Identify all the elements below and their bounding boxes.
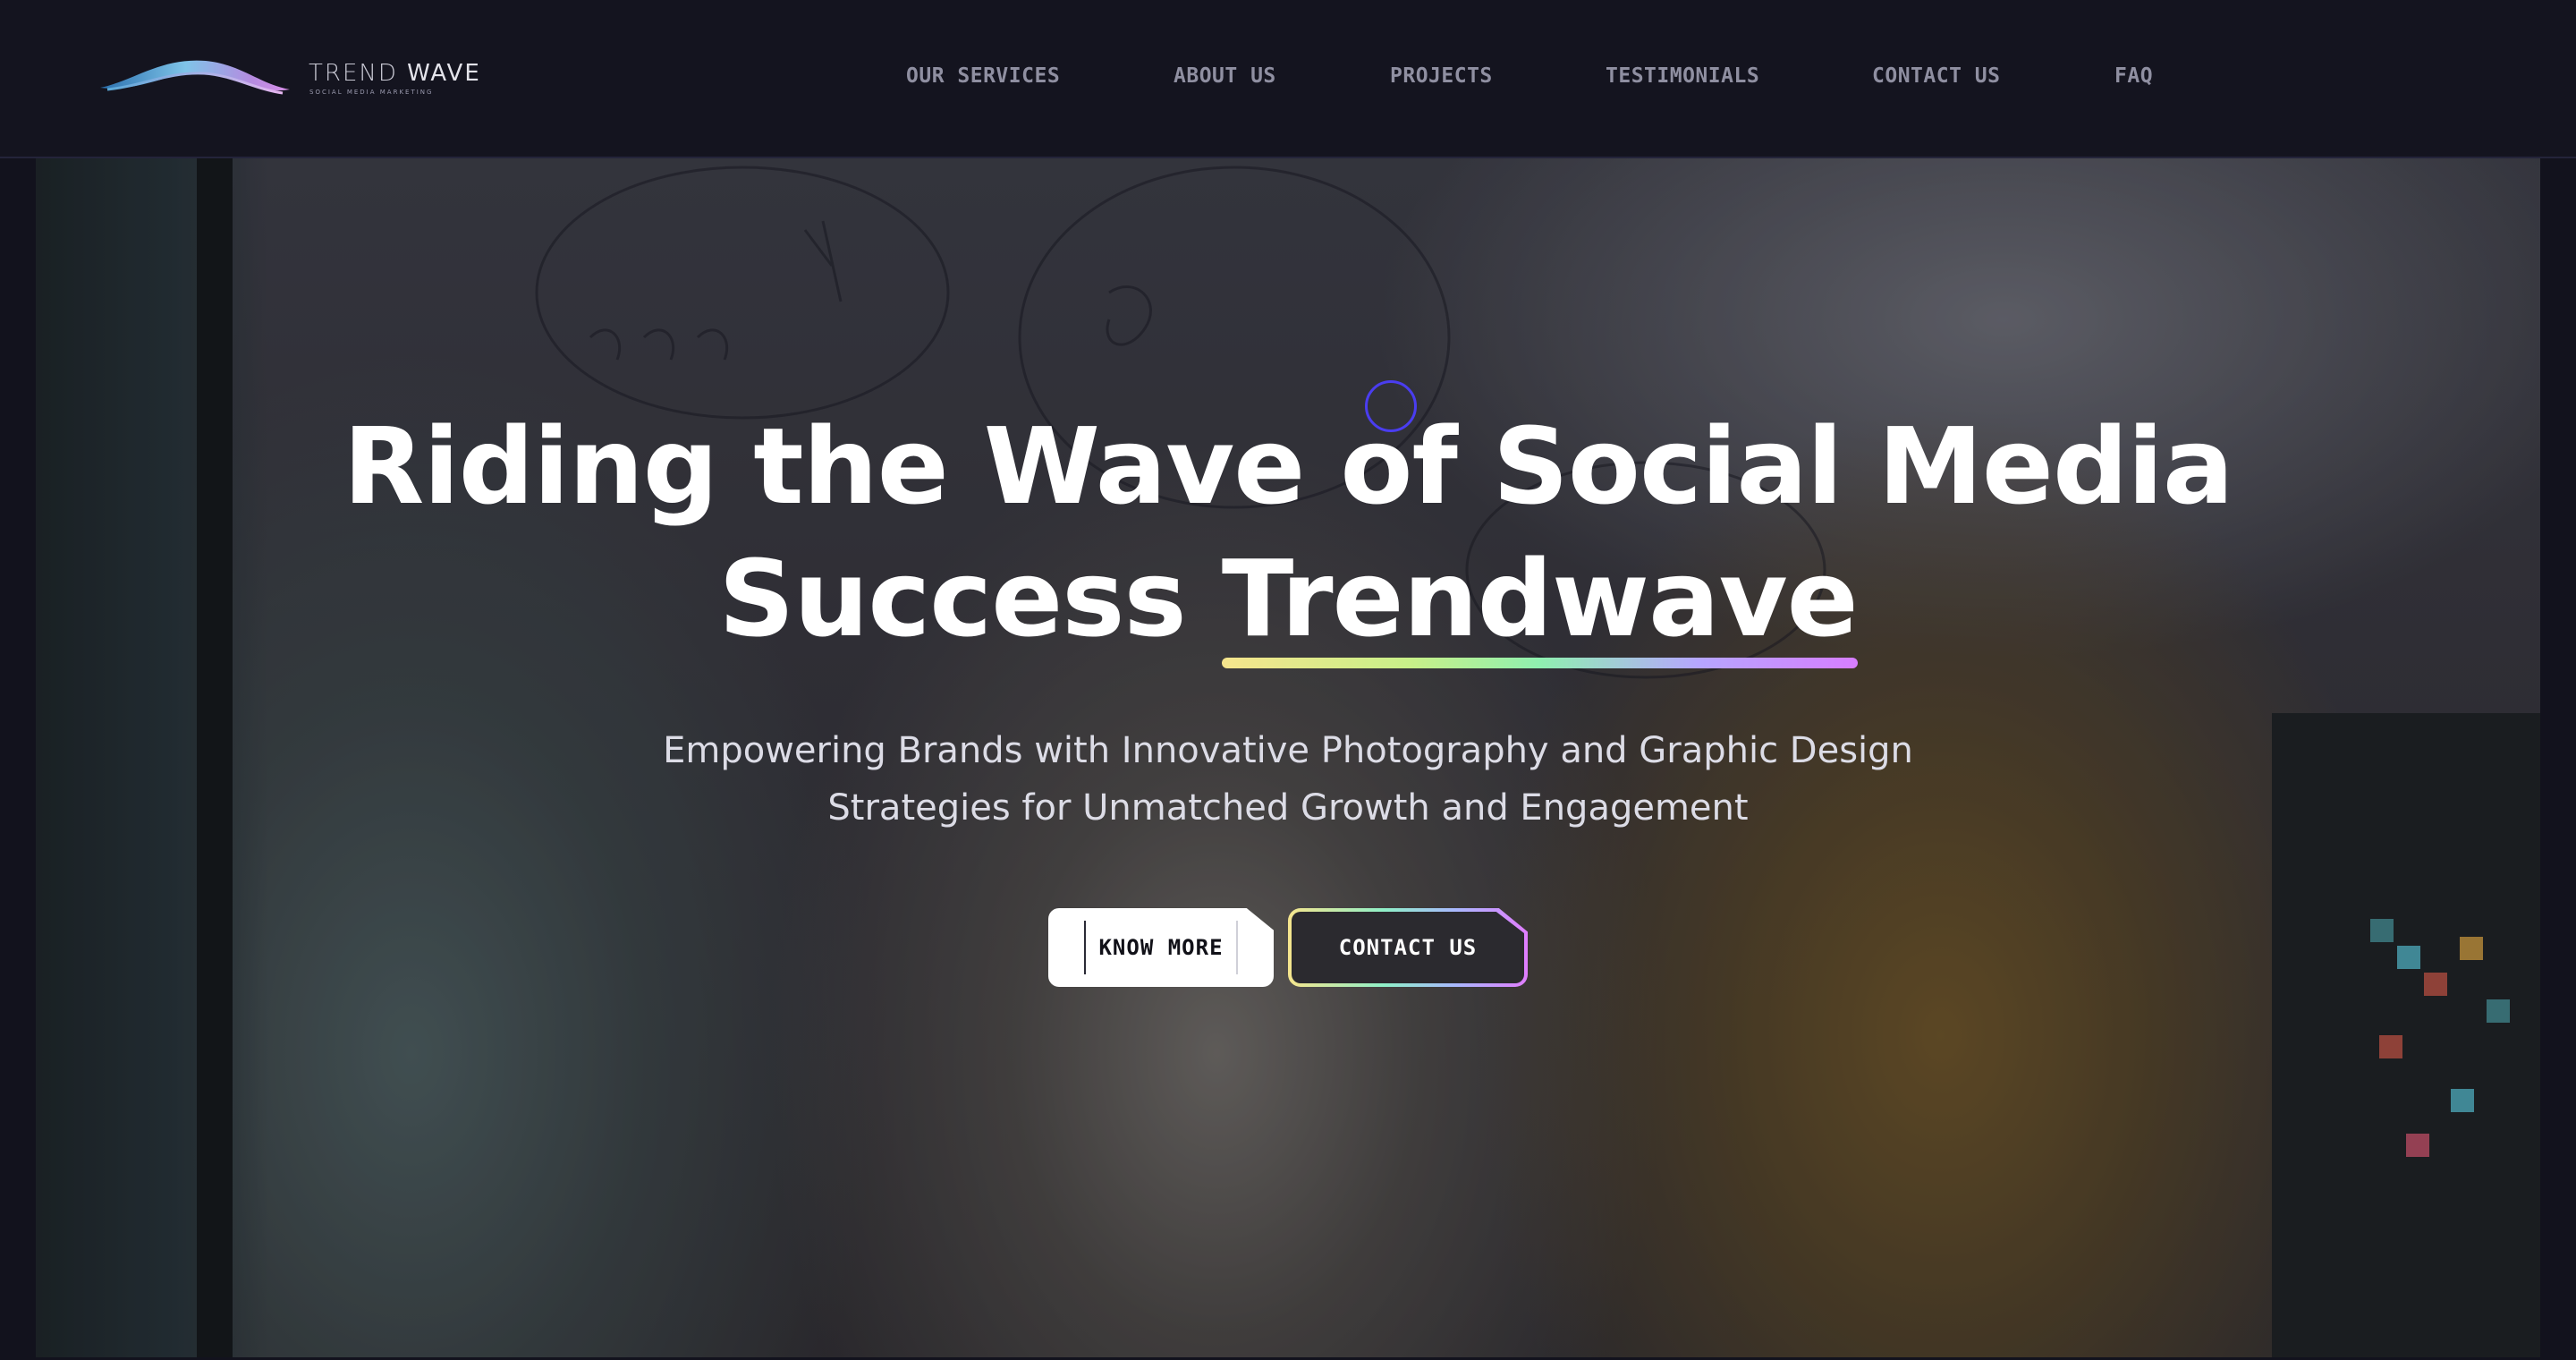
main-nav: OUR SERVICES ABOUT US PROJECTS TESTIMONI… <box>0 64 2576 97</box>
gradient-underline <box>1221 658 1858 668</box>
nav-contact-us[interactable]: CONTACT US <box>1872 64 2000 88</box>
subtitle-line-1: Empowering Brands with Innovative Photog… <box>663 730 1913 771</box>
headline-highlight: Trendwave <box>1221 532 1859 668</box>
nav-faq[interactable]: FAQ <box>2114 64 2153 88</box>
hero-subtitle: Empowering Brands with Innovative Photog… <box>36 722 2540 837</box>
subtitle-line-2: Strategies for Unmatched Growth and Enga… <box>827 787 1749 829</box>
headline-line-2: Success Trendwave <box>36 532 2540 668</box>
nav-our-services[interactable]: OUR SERVICES <box>906 64 1060 88</box>
know-more-button[interactable]: KNOW MORE <box>1048 908 1274 987</box>
nav-about-us[interactable]: ABOUT US <box>1174 64 1276 88</box>
headline-prefix: Success <box>718 537 1186 660</box>
headline-highlight-text: Trendwave <box>1221 537 1859 660</box>
hero-headline: Riding the Wave of Social Media Success … <box>36 400 2540 668</box>
headline-line-1: Riding the Wave of Social Media <box>343 404 2234 528</box>
contact-us-button-label: CONTACT US <box>1292 912 1524 983</box>
hero-section: Riding the Wave of Social Media Success … <box>36 158 2540 1357</box>
contact-us-button[interactable]: CONTACT US <box>1288 908 1528 987</box>
nav-projects[interactable]: PROJECTS <box>1390 64 1493 88</box>
site-header: TREND WAVE SOCIAL MEDIA MARKETING OUR SE… <box>0 0 2576 158</box>
nav-testimonials[interactable]: TESTIMONIALS <box>1606 64 1759 88</box>
